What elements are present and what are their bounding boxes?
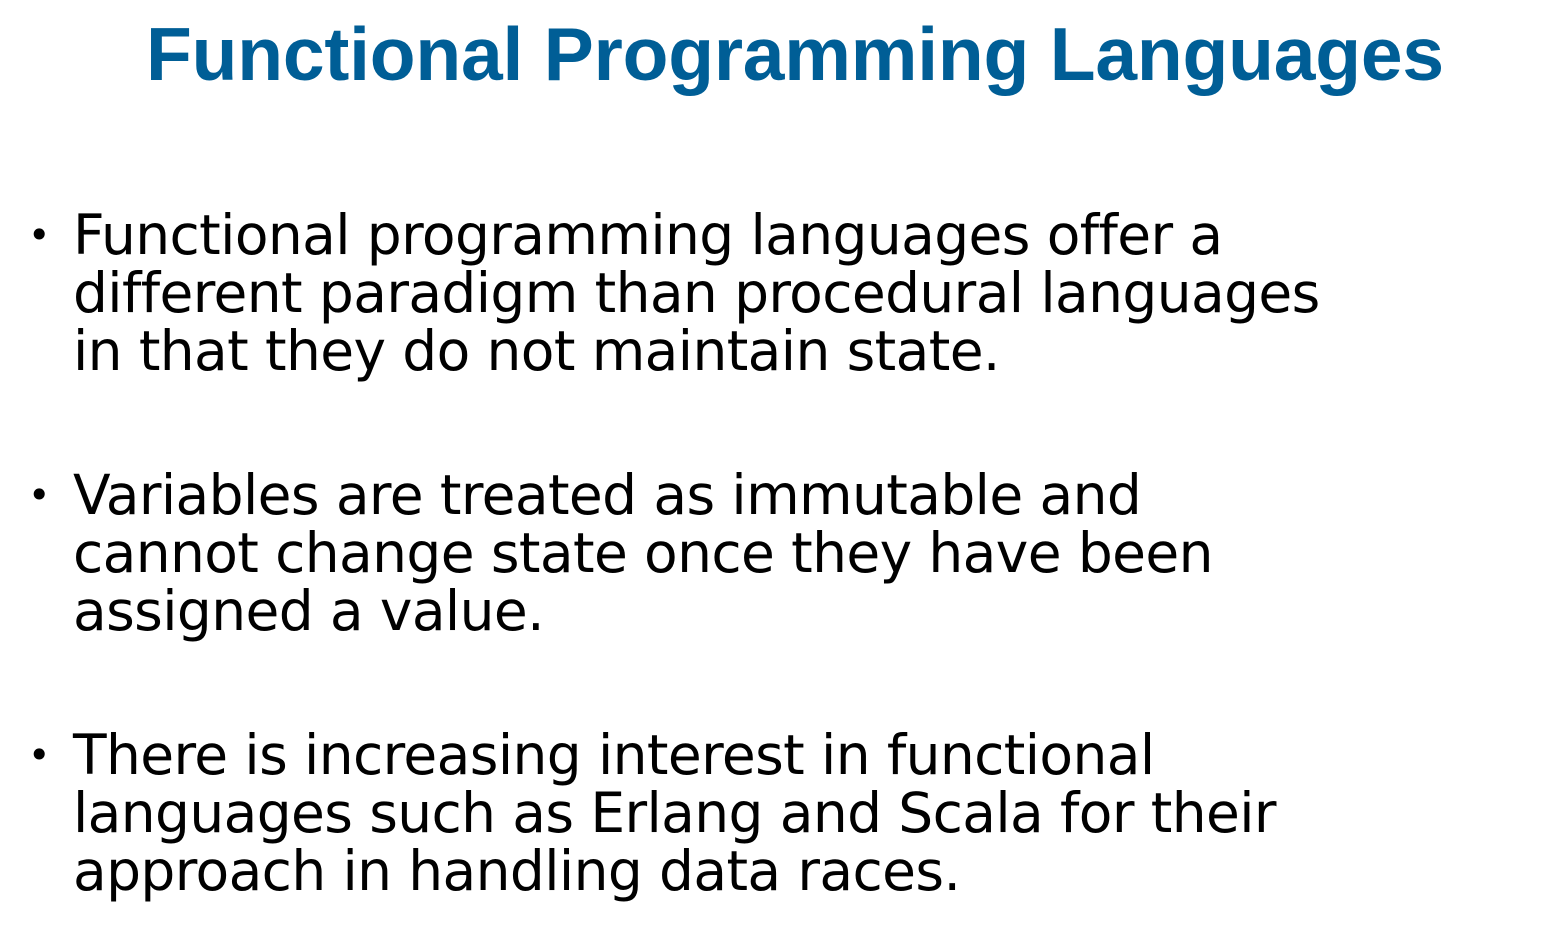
slide: Functional Programming Languages • Funct… — [0, 0, 1546, 940]
bullet-marker: • — [28, 733, 51, 777]
bullet-marker: • — [28, 213, 51, 257]
bullet-marker: • — [28, 473, 51, 517]
bullet-text: Variables are treated as immutable and c… — [73, 463, 1214, 643]
bullet-text: Functional programming languages offer a… — [73, 203, 1320, 383]
slide-title: Functional Programming Languages — [146, 12, 1444, 96]
bullet-text: There is increasing interest in function… — [73, 723, 1276, 903]
